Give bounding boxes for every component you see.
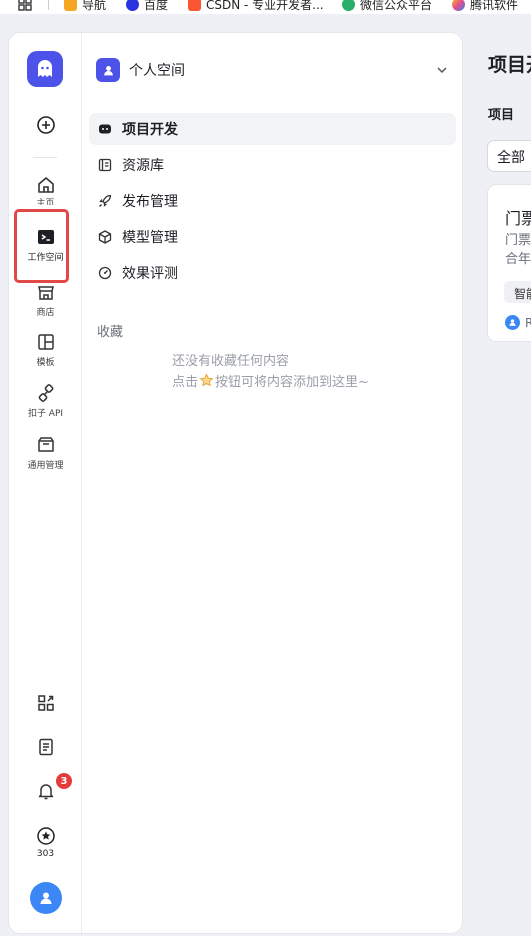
filter-select[interactable]: 全部 — [487, 140, 531, 172]
rocket-icon — [99, 194, 112, 207]
home-icon — [37, 177, 54, 193]
notification-badge: 3 — [56, 773, 72, 789]
tencent-icon — [452, 0, 465, 11]
points-button[interactable]: 303 — [9, 826, 82, 859]
bot-icon — [99, 124, 111, 134]
bookmarks-divider — [48, 0, 49, 10]
rail-item-templates[interactable]: 模板 — [9, 332, 82, 368]
rail-label-store: 商店 — [36, 308, 55, 318]
user-icon — [103, 65, 113, 75]
main-content: 项目开 项目 全部 门票 门票 合年 智能 R — [471, 32, 531, 936]
cube-icon — [98, 230, 112, 244]
user-icon — [40, 892, 52, 904]
menu-item-evaluation[interactable]: 效果评测 — [89, 257, 456, 289]
create-button[interactable] — [9, 115, 82, 135]
workspace-highlight-box — [14, 209, 69, 283]
rail-item-settings[interactable]: 通用管理 — [9, 435, 82, 471]
bookmark-label: 导航 — [82, 0, 107, 12]
bookmark-tencent[interactable]: 腾讯软件 — [452, 0, 518, 13]
menu-label: 效果评测 — [122, 266, 178, 282]
project-card[interactable]: 门票 门票 合年 智能 R — [487, 184, 531, 342]
menu-item-library[interactable]: 资源库 — [89, 149, 456, 181]
favorites-empty-text: 还没有收藏任何内容 — [172, 354, 290, 369]
rail-divider — [33, 157, 57, 158]
library-icon — [98, 158, 112, 172]
menu-item-projects[interactable]: 项目开发 — [89, 113, 456, 145]
owner-avatar — [505, 315, 520, 330]
store-icon — [37, 286, 54, 300]
bell-icon — [38, 784, 53, 800]
ghost-logo-icon — [38, 60, 52, 77]
hao-icon — [64, 0, 77, 11]
baidu-paw-icon — [126, 0, 139, 11]
bookmark-label: CSDN - 专业开发者... — [206, 0, 324, 12]
card-title: 门票 — [505, 209, 531, 228]
menu-label: 资源库 — [122, 158, 164, 174]
star-icon — [199, 373, 214, 387]
inbox-icon — [37, 437, 54, 452]
app-frame: 主页 工作空间 商店 模板 扣子 API 通用管理 3 303 个人空间 项目开… — [8, 32, 463, 934]
favorites-empty-hint: 点击 按钮可将内容添加到这里~ — [172, 371, 369, 390]
bookmark-label: 百度 — [144, 0, 169, 12]
hint-text-after: 按钮可将内容添加到这里~ — [215, 375, 369, 390]
wechat-icon — [342, 0, 355, 11]
plus-circle-icon — [36, 116, 55, 134]
user-avatar[interactable] — [30, 882, 62, 914]
card-desc-line: 门票 — [505, 233, 531, 248]
owner-name: R — [525, 315, 531, 330]
docs-button[interactable] — [9, 737, 82, 757]
section-subtitle: 项目 — [488, 108, 515, 123]
menu-label: 模型管理 — [122, 230, 178, 246]
page-title: 项目开 — [488, 54, 531, 76]
apps-bookmark[interactable] — [18, 0, 32, 13]
csdn-icon — [188, 0, 201, 11]
rail-label-templates: 模板 — [36, 358, 55, 368]
rail-label-home: 主页 — [36, 199, 55, 205]
rail-label-settings: 通用管理 — [27, 461, 64, 471]
apps-grid-icon — [37, 695, 54, 711]
bookmark-baidu[interactable]: 百度 — [126, 0, 168, 13]
space-selector[interactable]: 个人空间 — [96, 57, 450, 83]
document-icon — [38, 738, 53, 756]
space-avatar — [96, 58, 120, 82]
api-link-icon — [38, 384, 53, 402]
menu-item-publish[interactable]: 发布管理 — [89, 185, 456, 217]
rail-label-api: 扣子 API — [27, 409, 64, 419]
menu-item-models[interactable]: 模型管理 — [89, 221, 456, 253]
rail-item-api[interactable]: 扣子 API — [9, 383, 82, 419]
card-tag: 智能 — [504, 281, 531, 303]
menu-label: 发布管理 — [122, 194, 178, 210]
bookmark-hao[interactable]: 导航 — [64, 0, 106, 13]
apps-button[interactable] — [9, 693, 82, 713]
template-icon — [37, 334, 54, 350]
card-description: 门票 合年 — [505, 231, 531, 269]
card-desc-line: 合年 — [505, 252, 531, 267]
rail-item-store[interactable]: 商店 — [9, 282, 82, 318]
favorites-title: 收藏 — [97, 325, 124, 340]
nav-rail: 主页 工作空间 商店 模板 扣子 API 通用管理 3 303 — [9, 33, 82, 933]
bookmark-label: 微信公众平台 — [360, 0, 433, 12]
space-name: 个人空间 — [129, 63, 185, 79]
workspace-sidebar: 个人空间 项目开发 资源库 发布管理 模型管理 效果评测 收藏 还没有收藏任何内… — [82, 33, 462, 933]
app-logo[interactable] — [27, 51, 63, 87]
apps-grid-icon — [18, 0, 32, 11]
bookmark-wechat[interactable]: 微信公众平台 — [342, 0, 432, 13]
bookmark-label: 腾讯软件 — [470, 0, 519, 12]
bookmarks-bar: 导航 百度 CSDN - 专业开发者... 微信公众平台 腾讯软件 — [0, 0, 531, 14]
user-icon — [509, 319, 516, 326]
bookmark-csdn[interactable]: CSDN - 专业开发者... — [188, 0, 324, 13]
card-owner: R — [505, 315, 531, 330]
gauge-icon — [98, 266, 112, 280]
filter-value: 全部 — [497, 150, 525, 166]
star-badge-icon — [36, 827, 55, 845]
menu-label: 项目开发 — [122, 122, 178, 138]
points-count: 303 — [36, 849, 55, 859]
hint-text-before: 点击 — [172, 375, 199, 390]
chevron-down-icon — [437, 67, 447, 74]
rail-item-home[interactable]: 主页 — [9, 175, 82, 205]
